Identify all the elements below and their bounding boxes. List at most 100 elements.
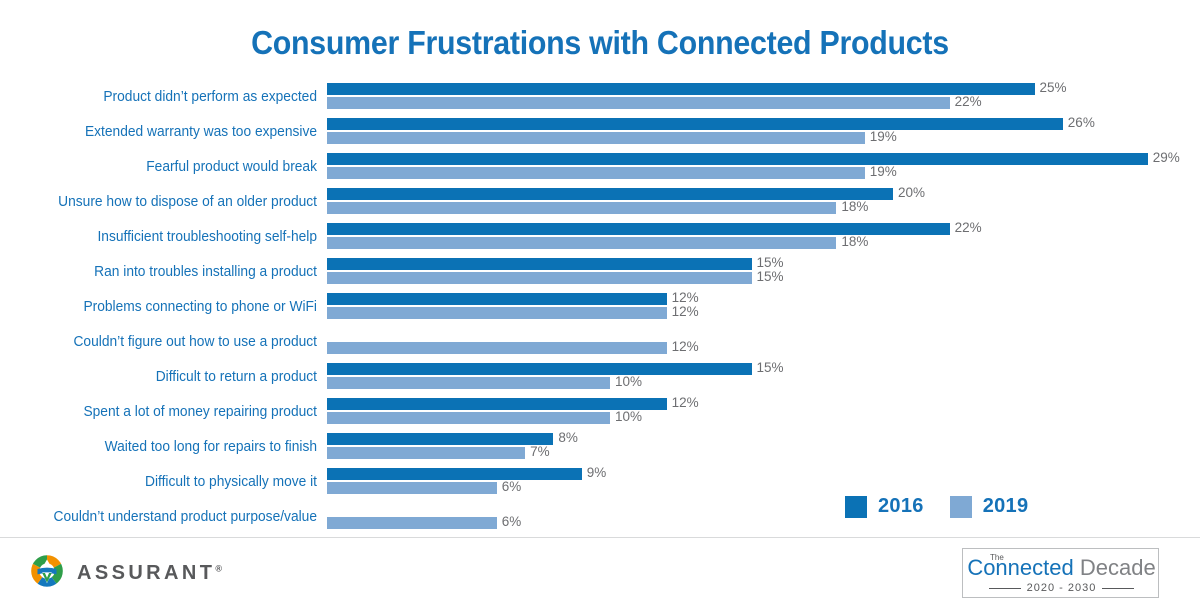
badge-decade-text: Decade [1073, 555, 1156, 580]
category-label: Fearful product would break [146, 159, 317, 175]
bar-value-label: 10% [615, 374, 643, 389]
bar-group: 15% 10% [327, 360, 1200, 395]
badge-rule-right [1102, 587, 1135, 589]
bar-group: 12% 12% [327, 290, 1200, 325]
bar-2016 [327, 118, 1063, 130]
bar-value-label: 26% [1067, 115, 1095, 130]
bar-value-label: 10% [615, 409, 643, 424]
bar-value-label: 6% [501, 514, 522, 529]
bar-value-label: 7% [530, 444, 550, 459]
badge-years-text: 2020 - 2030 [1026, 582, 1097, 594]
bar-2019 [327, 167, 865, 179]
chart-row: Spent a lot of money repairing product 12… [0, 395, 1200, 430]
bar-2019 [327, 272, 752, 284]
category-label: Couldn’t figure out how to use a product [73, 334, 317, 350]
chart-row: Product didn’t perform as expected 25% 22% [0, 80, 1200, 115]
category-label: Extended warranty was too expensive [84, 124, 317, 140]
bar-value-label: 19% [869, 129, 897, 144]
legend-label: 2016 [878, 495, 924, 517]
bar-group: 26% 19% [327, 115, 1200, 150]
chart-row: Problems connecting to phone or WiFi 12% 1… [0, 290, 1200, 325]
bar-value-label: 29% [1152, 150, 1180, 165]
assurant-logo-icon [30, 554, 64, 593]
legend-item-2019: 2019 [949, 495, 1029, 518]
bar-group: 20% 18% [327, 185, 1200, 220]
bar-group: 12% 10% [327, 395, 1200, 430]
bar-2019 [327, 482, 497, 494]
chart-row: Insufficient troubleshooting self-help 22… [0, 220, 1200, 255]
bar-value-label: 8% [558, 430, 578, 445]
page-title: Consumer Frustrations with Connected Pro… [251, 24, 949, 61]
bar-2016 [327, 433, 554, 445]
category-label: Spent a lot of money repairing product [83, 404, 317, 420]
bar-group: 12% [327, 325, 1200, 360]
bar-group: 29% 19% [327, 150, 1200, 185]
category-label: Couldn’t understand product purpose/valu… [53, 509, 317, 525]
assurant-wordmark: ASSURANT® [77, 562, 222, 585]
category-label: Product didn’t perform as expected [103, 89, 318, 105]
bar-value-label: 25% [1039, 80, 1067, 95]
legend-swatch-icon [949, 495, 972, 518]
chart-legend: 2016 2019 [845, 495, 1028, 518]
bar-2016 [327, 468, 582, 480]
bar-2019 [327, 377, 610, 389]
bar-value-label: 19% [869, 164, 897, 179]
chart-row: Ran into troubles installing a product 15… [0, 255, 1200, 290]
badge-title: Connected Decade [963, 555, 1160, 581]
bar-2016 [327, 188, 893, 200]
bar-value-label: 15% [756, 255, 784, 270]
bar-group: 9% 6% [327, 465, 1200, 500]
connected-decade-badge: The Connected Decade 2020 - 2030 [962, 548, 1159, 598]
bar-2016 [327, 258, 752, 270]
category-label: Waited too long for repairs to finish [104, 439, 317, 455]
chart-row: Unsure how to dispose of an older produc… [0, 185, 1200, 220]
bar-2019 [327, 307, 667, 319]
bar-value-label: 22% [954, 94, 982, 109]
chart-row: Couldn’t figure out how to use a product… [0, 325, 1200, 360]
bar-value-label: 20% [898, 185, 926, 200]
registered-mark: ® [215, 563, 222, 574]
chart-row: Extended warranty was too expensive 26% 19… [0, 115, 1200, 150]
footer-divider [0, 537, 1200, 538]
category-label: Difficult to return a product [155, 369, 317, 385]
bar-value-label: 6% [501, 479, 522, 494]
bar-group: 6% [327, 500, 1200, 535]
bar-value-label: 9% [586, 465, 607, 480]
category-label: Problems connecting to phone or WiFi [83, 299, 317, 315]
category-label: Ran into troubles installing a product [94, 264, 318, 280]
bar-2016 [327, 83, 1035, 95]
bar-group: 25% 22% [327, 80, 1200, 115]
bar-2016 [327, 363, 752, 375]
bar-2019 [327, 517, 497, 529]
badge-connected-text: Connected [967, 555, 1074, 580]
chart-page: Consumer Frustrations with Connected Pro… [0, 0, 1200, 612]
bar-2019 [327, 342, 667, 354]
bar-chart-plot: Product didn’t perform as expected 25% 22%… [0, 80, 1200, 530]
category-label: Difficult to physically move it [145, 474, 317, 490]
bar-2019 [327, 202, 837, 214]
bar-value-label: 18% [841, 234, 869, 249]
bar-2019 [327, 412, 610, 424]
category-label: Unsure how to dispose of an older produc… [58, 194, 318, 210]
bar-value-label: 12% [671, 395, 699, 410]
bar-2019 [327, 97, 950, 109]
bar-2019 [327, 237, 837, 249]
badge-rule-left [988, 587, 1021, 589]
chart-row: Fearful product would break 29% 19% [0, 150, 1200, 185]
category-label: Insufficient troubleshooting self-help [97, 229, 317, 245]
bar-2019 [327, 447, 526, 459]
bar-group: 8% 7% [327, 430, 1200, 465]
brand-name-text: ASSURANT [77, 562, 216, 584]
bar-value-label: 15% [756, 269, 784, 284]
chart-row: Difficult to return a product 15% 10% [0, 360, 1200, 395]
bar-2016 [327, 293, 667, 305]
bar-value-label: 12% [671, 339, 699, 354]
bar-value-label: 12% [671, 290, 699, 305]
bar-group: 22% 18% [327, 220, 1200, 255]
bar-2016 [327, 153, 1148, 165]
bar-2019 [327, 132, 865, 144]
legend-item-2016: 2016 [845, 495, 924, 518]
legend-swatch-icon [845, 495, 867, 518]
bar-value-label: 22% [954, 220, 982, 235]
chart-row: Waited too long for repairs to finish 8% 7… [0, 430, 1200, 465]
